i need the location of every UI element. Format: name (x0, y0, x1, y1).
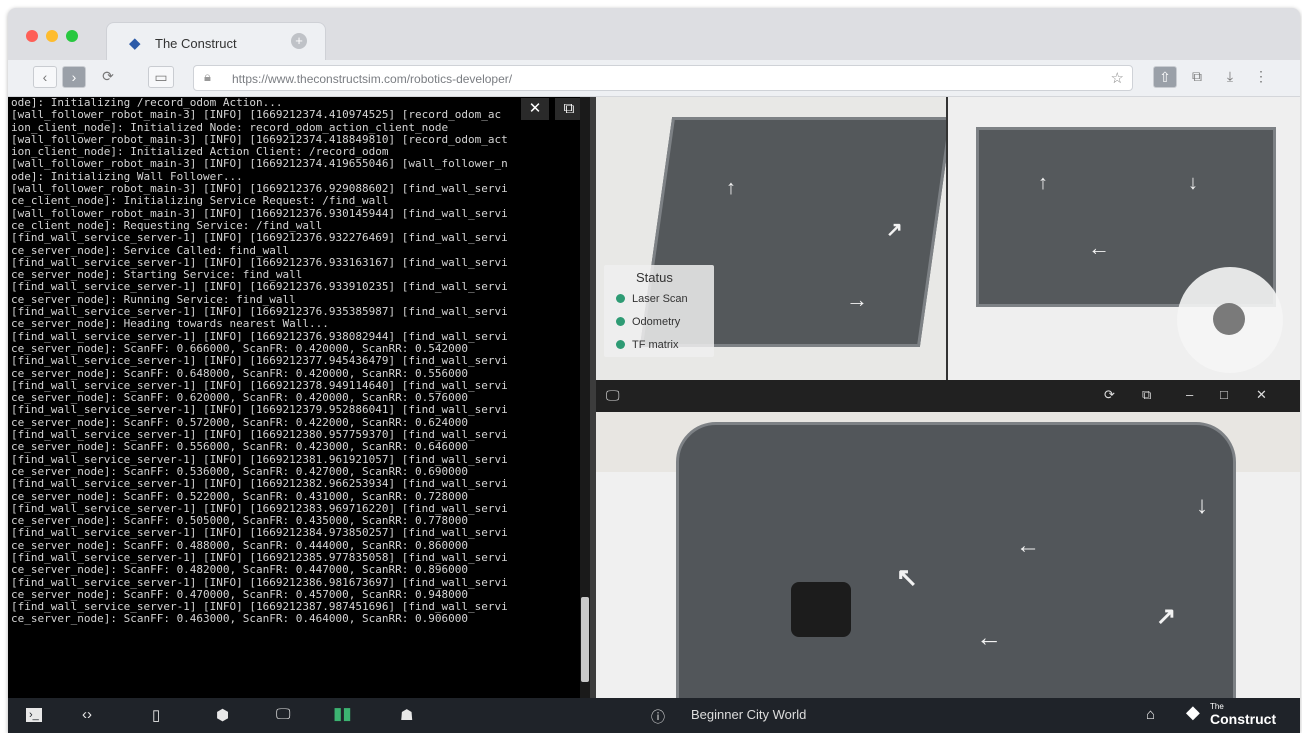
info-icon[interactable]: ⓘ (651, 707, 665, 727)
camera-view-robot[interactable]: ↖ ← ← ↓ ↗ (596, 412, 1300, 698)
maximize-window-button[interactable] (66, 30, 78, 42)
construct-logo-icon: ◆ (1186, 702, 1200, 722)
road-arrow-icon: ↓ (1188, 172, 1198, 194)
share-button[interactable]: ⇧ (1153, 66, 1177, 88)
url-field[interactable]: 🔒︎ https://www.theconstructsim.com/robot… (193, 65, 1133, 91)
video-toolbar: 🖵︎ ⟳ ⧉ – □ ✕ (596, 380, 1300, 412)
bookmark-star-icon[interactable]: ☆ (1111, 69, 1124, 87)
status-ok-icon (616, 317, 625, 326)
construct-logo-icon: ◆ (129, 35, 141, 52)
sidebar-toggle-button[interactable]: ▭ (148, 66, 174, 88)
cube-icon[interactable]: ⬢ (216, 706, 229, 724)
lock-icon: 🔒︎ (204, 69, 211, 84)
road-arrow-icon: ↖ (896, 562, 918, 592)
tab-title: The Construct (155, 36, 237, 51)
refresh-button[interactable]: ⟳ (1104, 387, 1115, 403)
road-arrow-icon: ← (976, 622, 1002, 652)
close-button[interactable]: ✕ (1256, 387, 1267, 403)
taskbar: ›_ ‹› ▯ ⬢ 🖵︎ ▮▮ ☗ ⓘ Beginner City World … (8, 698, 1300, 733)
close-window-button[interactable] (26, 30, 38, 42)
road-arrow-icon: ↓ (1196, 492, 1208, 519)
minimize-window-button[interactable] (46, 30, 58, 42)
brand-name: Construct (1210, 711, 1277, 727)
brand-small: The (1210, 702, 1224, 711)
title-bar: ◆ The Construct + (8, 8, 1300, 60)
road-arrow-icon: ← (1088, 235, 1110, 260)
status-panel: Status Laser Scan Odometry TF matrix (604, 265, 714, 357)
status-tf-matrix: TF matrix (616, 339, 678, 351)
terminal-scroll-thumb[interactable] (581, 597, 589, 682)
forward-button[interactable]: › (62, 66, 86, 88)
status-odometry: Odometry (616, 316, 680, 328)
terminal-scrollbar[interactable] (580, 97, 590, 698)
url-text: https://www.theconstructsim.com/robotics… (232, 72, 513, 86)
desktop-icon[interactable]: 🖵︎ (276, 706, 290, 723)
book-icon[interactable]: ▮▮ (333, 704, 352, 724)
notebook-icon[interactable]: ▯ (152, 706, 160, 724)
terminal-icon[interactable]: ›_ (26, 708, 42, 722)
tabs-overview-button[interactable]: ⧉ (1185, 66, 1209, 88)
world-name: Beginner City World (691, 707, 807, 722)
road-arrow-icon: ↑ (1038, 172, 1048, 194)
road-arrow-icon: ↑ (726, 177, 736, 199)
camera-view-overhead-left[interactable]: → ↑ ↗ Status Laser Scan Odometry TF matr… (596, 97, 946, 380)
road-arrow-icon: ↗ (1156, 603, 1177, 630)
reload-button[interactable]: ⟳ (96, 66, 120, 88)
construct-logo[interactable]: ◆ The Construct (1186, 702, 1276, 727)
new-tab-button[interactable]: + (291, 33, 307, 49)
detach-button[interactable]: ⧉ (1142, 387, 1151, 403)
status-laser-scan: Laser Scan (616, 293, 688, 305)
terminal-output: ode]: Initializing /record_odom Action..… (11, 97, 508, 626)
joystick-knob[interactable] (1213, 303, 1245, 335)
robot (791, 582, 851, 637)
camera-view-overhead-right[interactable]: ← ↑ ↓ (948, 97, 1300, 380)
status-title: Status (636, 270, 673, 285)
home-icon[interactable]: ⌂ (1146, 706, 1155, 723)
workspace: ode]: Initializing /record_odom Action..… (8, 97, 1300, 698)
maximize-button[interactable]: □ (1220, 387, 1228, 402)
track-board (676, 422, 1236, 698)
terminal-panel[interactable]: ode]: Initializing /record_odom Action..… (8, 97, 594, 698)
status-ok-icon (616, 294, 625, 303)
robot-icon[interactable]: ☗ (400, 706, 413, 724)
desktop-icon: 🖵︎ (606, 387, 620, 403)
joystick-control[interactable] (1177, 267, 1283, 373)
download-button[interactable]: ⤓ (1218, 66, 1242, 88)
minimize-button[interactable]: – (1186, 387, 1193, 402)
status-ok-icon (616, 340, 625, 349)
back-button[interactable]: ‹ (33, 66, 57, 88)
road-arrow-icon: → (846, 287, 868, 312)
code-icon[interactable]: ‹› (82, 706, 92, 723)
address-bar-row: ‹ › ⟳ ▭ 🔒︎ https://www.theconstructsim.c… (8, 60, 1300, 97)
browser-window: ◆ The Construct + ‹ › ⟳ ▭ 🔒︎ https://www… (8, 8, 1300, 733)
terminal-close-button[interactable]: ✕ (521, 98, 549, 120)
road-arrow-icon: ← (1016, 532, 1040, 559)
terminal-detach-button[interactable]: ⧉ (555, 98, 583, 120)
road-arrow-icon: ↗ (886, 219, 903, 241)
more-menu-button[interactable]: ⋮ (1254, 66, 1268, 88)
